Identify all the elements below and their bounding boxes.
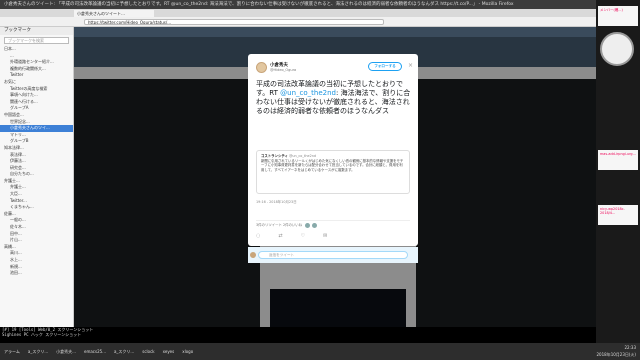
bookmark-search-input[interactable]: ブックマークを検索 — [4, 37, 69, 44]
tweet-actions: ◌ ⇄ ♡ ✉ — [256, 233, 410, 239]
bookmark-item[interactable]: 水上... — [0, 257, 73, 264]
taskbar-item[interactable]: xeyes — [163, 343, 175, 360]
tweet-stats: 3件のリツイート 2件のいいね — [256, 220, 410, 229]
bookmark-list: 日本...... 外環道路センター紹介... 複数的行政関係大... Twitter お… — [0, 46, 73, 277]
taskbar-clock[interactable]: 22:33 2018年10月23日(火) — [597, 344, 636, 358]
desktop-widgets: メンバー(確...) mas-add-irpngi-urg... nicy-wp… — [596, 0, 640, 343]
bookmark-item[interactable]: 佐藤... — [0, 211, 73, 218]
window-title: 小倉秀夫さんのツイート: 「平成の司法改革論議の当初に予想したとおりです。RT … — [4, 2, 514, 7]
nav-bar: https://twitter.com/Hideo_Ogura/status/.… — [0, 17, 596, 27]
bookmark-item[interactable]: 小倉秀夫さんのツイ... — [0, 125, 73, 132]
bookmark-item[interactable]: 表法律... — [0, 152, 73, 159]
taskbar: アラーム a_スクリ... 小倉秀夫... emacs25... a_スクリ... scl… — [0, 343, 640, 360]
clock-widget — [600, 32, 634, 66]
sticky-note[interactable]: メンバー(確...) — [598, 6, 638, 26]
bookmark-item[interactable]: 高川... — [0, 250, 73, 257]
bookmark-item[interactable]: ... — [0, 53, 73, 60]
console-line: Sighines PC ハック スクリーンショット — [2, 332, 82, 337]
terminal-console[interactable]: [#] 19 [Tools] Web/0_2 スクリーンショット Sighine… — [0, 327, 596, 343]
quote-handle: @un_co_the2nd — [289, 154, 317, 158]
quoted-tweet[interactable]: コストランシティ @un_co_the2nd 新聞に引用されているリールくがはじ… — [256, 150, 410, 194]
bookmark-item[interactable]: 一般の... — [0, 217, 73, 224]
clock-date: 2018年10月23日(火) — [596, 352, 636, 357]
bookmark-item[interactable]: 自分たちの... — [0, 171, 73, 178]
tweet-timestamp[interactable]: 19:16 - 2018年10月23日 — [256, 199, 297, 204]
sidebar-header: ブックマーク — [0, 27, 73, 35]
bookmark-item[interactable]: Twitterの高度な検索 — [0, 86, 73, 93]
bookmark-item[interactable]: 関連へ行ける... — [0, 99, 73, 106]
url-bar[interactable]: https://twitter.com/Hideo_Ogura/status/.… — [84, 19, 384, 25]
bookmark-item[interactable]: 弁護士... — [0, 184, 73, 191]
bookmark-item[interactable]: 弁護士... — [0, 178, 73, 185]
bookmark-sidebar: ブックマーク ブックマークを検索 日本...... 外環道路センター紹介... 複数… — [0, 27, 74, 327]
reply-input[interactable]: 返信をツイート — [258, 251, 408, 259]
taskbar-item[interactable]: アラーム — [4, 343, 20, 360]
bookmark-item[interactable]: 世界記念... — [0, 119, 73, 126]
bookmark-item[interactable]: くまちゃん... — [0, 204, 73, 211]
bookmark-item[interactable]: 複数的行政関係大... — [0, 66, 73, 73]
window-titlebar: 小倉秀夫さんのツイート: 「平成の司法改革論議の当初に予想したとおりです。RT … — [0, 0, 596, 9]
sticky-note[interactable]: mas-add-irpngi-urg... — [598, 150, 638, 170]
quote-text: 新聞に引用されているリールくがはじめた気になくしい低の観例に基本的な情報や支援を… — [261, 158, 404, 172]
bookmark-item[interactable]: 佐々木... — [0, 224, 73, 231]
retweet-icon[interactable]: ⇄ — [278, 233, 282, 239]
bookmark-item[interactable]: グループA — [0, 105, 73, 112]
bookmark-item[interactable]: 高橋... — [0, 244, 73, 251]
bookmark-item[interactable]: 大臣... — [0, 191, 73, 198]
tab-active[interactable]: 小倉秀夫さんのツイート… — [74, 10, 154, 17]
reply-avatar — [250, 252, 256, 258]
bookmark-item[interactable]: 事項へ向けた... — [0, 92, 73, 99]
bookmark-item[interactable]: 日本... — [0, 46, 73, 53]
reply-area: 返信をツイート — [248, 247, 418, 263]
liker-avatar-icon[interactable] — [305, 222, 311, 228]
tweet-text: 平成の司法改革論議の当初に予想したとおりです。RT @un_co_the2nd:… — [256, 80, 412, 116]
clock-time: 22:33 — [624, 345, 636, 350]
tab-bar: 小倉秀夫さんのツイート… — [0, 9, 596, 17]
stats-text[interactable]: 3件のリツイート 2件のいいね — [256, 223, 302, 227]
taskbar-item[interactable]: sclock — [142, 343, 154, 360]
bookmark-item[interactable]: 片山... — [0, 237, 73, 244]
web-page: 小倉秀夫 @Hideo_Ogura フォローする × 平成の司法改革論議の当初に… — [74, 27, 596, 327]
bookmark-item[interactable]: グループB — [0, 138, 73, 145]
bookmark-item[interactable]: Twitter... — [0, 198, 73, 205]
sticky-note[interactable]: nicy-wp2018c-2018/4... — [598, 205, 638, 225]
bookmark-item[interactable]: 外環道路センター紹介... — [0, 59, 73, 66]
bookmark-item[interactable]: 新規... — [0, 264, 73, 271]
bookmark-item[interactable]: 田中... — [0, 231, 73, 238]
taskbar-item[interactable]: xlogo — [182, 343, 193, 360]
taskbar-item[interactable]: 小倉秀夫... — [56, 343, 76, 360]
avatar[interactable] — [256, 62, 267, 73]
taskbar-items: アラーム a_スクリ... 小倉秀夫... emacs25... a_スクリ... scl… — [4, 343, 193, 360]
follow-button[interactable]: フォローする — [368, 62, 402, 71]
tweet-modal: 小倉秀夫 @Hideo_Ogura フォローする × 平成の司法改革論議の当初に… — [248, 54, 418, 246]
bookmark-item[interactable]: Twitter — [0, 72, 73, 79]
bookmark-item[interactable]: 池田... — [0, 270, 73, 277]
taskbar-item[interactable]: a_スクリ... — [114, 343, 134, 360]
bookmark-item[interactable]: 中国語会... — [0, 112, 73, 119]
message-icon[interactable]: ✉ — [323, 233, 327, 239]
taskbar-item[interactable]: a_スクリ... — [28, 343, 48, 360]
reply-icon[interactable]: ◌ — [256, 233, 260, 239]
bookmark-item[interactable]: 伊藤法... — [0, 158, 73, 165]
twitter-nav — [74, 27, 596, 37]
quote-author: コストランシティ — [261, 154, 288, 158]
bookmark-item[interactable]: 知本法律... — [0, 145, 73, 152]
close-icon[interactable]: × — [408, 62, 413, 69]
liker-avatar-icon[interactable] — [312, 222, 318, 228]
bookmark-item[interactable]: マトリ... — [0, 132, 73, 139]
user-handle: @Hideo_Ogura — [270, 68, 297, 72]
like-icon[interactable]: ♡ — [301, 233, 305, 239]
bookmark-item[interactable]: お気に — [0, 79, 73, 86]
mention-link[interactable]: @un_co_the2nd — [280, 89, 336, 97]
bookmark-item[interactable]: 研究会... — [0, 165, 73, 172]
taskbar-item[interactable]: emacs25... — [84, 343, 106, 360]
